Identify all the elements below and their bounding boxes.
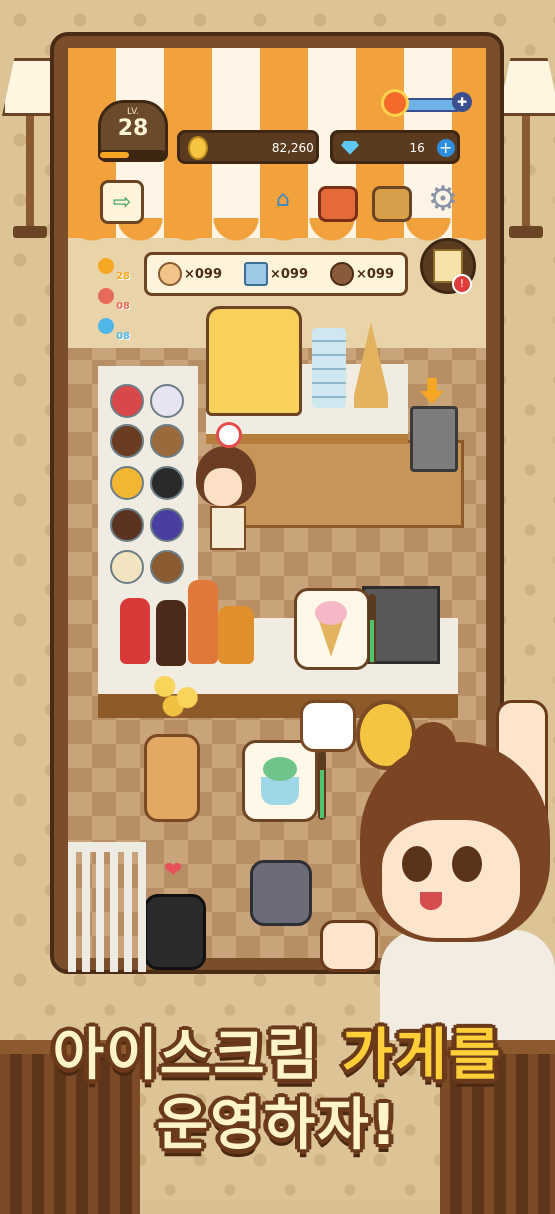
chocolate-syrup-bottle[interactable] (156, 600, 186, 666)
sun-icon (384, 92, 406, 114)
topping-blueberry[interactable] (150, 508, 184, 542)
exit-icon: ⇨ (112, 189, 132, 215)
timer-2-value: 08 (116, 301, 130, 312)
stock-egg-count: ×099 (183, 266, 223, 282)
strawberry-syrup-bottle[interactable] (120, 598, 150, 664)
inventory-button[interactable] (372, 186, 412, 222)
girl-mouth (420, 892, 442, 910)
xp-bar-fill (100, 152, 129, 158)
stock-milk: ×099 (243, 262, 309, 286)
hanger-icon: ⌂ (276, 186, 290, 212)
cat-customer-calico[interactable] (300, 700, 356, 752)
topping-fruit-mix[interactable] (110, 550, 144, 584)
furniture-button[interactable] (318, 186, 358, 222)
cone-icon (319, 621, 343, 657)
timer-1[interactable]: 28 (98, 258, 130, 282)
gem-amount: 16 (409, 140, 425, 155)
girl-eye-left (402, 846, 432, 882)
exit-button[interactable]: ⇨ (100, 180, 144, 224)
shop-gate (68, 842, 146, 972)
egg-icon (157, 262, 182, 286)
topping-strawberry[interactable] (110, 384, 144, 418)
quest-alert-badge: ! (452, 274, 472, 294)
order-timer-fill (370, 620, 374, 662)
coin-pile[interactable] (148, 664, 204, 720)
stock-egg: ×099 (157, 262, 223, 286)
shop-worker[interactable] (204, 468, 242, 506)
add-gems-button[interactable]: + (436, 138, 455, 157)
ice-cream-cup-icon (261, 777, 299, 805)
cup-stack[interactable] (312, 328, 346, 408)
stock-chocolate: ×099 (329, 262, 395, 286)
topping-brownie[interactable] (110, 508, 144, 542)
order-bubble-cone[interactable] (294, 588, 370, 670)
timer-2[interactable]: 08 (98, 288, 130, 312)
stock-milk-count: ×099 (269, 266, 309, 282)
headline-word-2: 가게를 (341, 1023, 503, 1088)
wardrobe-button[interactable]: ⌂ (264, 180, 302, 218)
stock-chocolate-count: ×099 (355, 266, 395, 282)
girl-eye-right (452, 846, 482, 882)
target-marker-icon (216, 422, 242, 448)
maple-syrup-bottle[interactable] (218, 606, 254, 664)
caramel-syrup-bottle[interactable] (188, 580, 218, 664)
ingredient-stock-bar: ×099 ×099 ×099 (144, 252, 408, 296)
topping-cookies[interactable] (150, 466, 184, 500)
milk-icon (243, 262, 268, 286)
chocolate-icon (329, 262, 354, 286)
coin-icon (188, 135, 208, 160)
coin-counter[interactable]: 82,260 (177, 130, 319, 164)
timer-1-value: 28 (116, 271, 130, 282)
cat-customer-orange[interactable] (144, 734, 200, 822)
cat-customer-grey[interactable] (250, 860, 312, 926)
right-lamp (498, 58, 555, 238)
energy-bar (404, 98, 458, 112)
order-timer-fill-2 (320, 770, 324, 818)
girl-mascot (382, 820, 520, 938)
ice-cream-machine[interactable] (206, 306, 302, 416)
wrench-icon[interactable]: ✚ (452, 92, 472, 112)
level-number: 28 (117, 116, 149, 141)
headline-line-2: 운영하자! (156, 1093, 399, 1158)
topping-chocolate-chips[interactable] (110, 424, 144, 458)
topping-mango[interactable] (110, 466, 144, 500)
settings-button[interactable]: ⚙ (424, 179, 462, 219)
cat-customer-black[interactable] (144, 894, 206, 970)
gear-icon: ⚙ (427, 179, 459, 219)
headline-line-1: 아이스크림 가게를 (0, 1010, 555, 1091)
diamond-icon (341, 140, 359, 155)
order-bubble-cup[interactable] (242, 740, 318, 822)
timer-3-value: 08 (116, 331, 130, 342)
topping-nuts[interactable] (150, 424, 184, 458)
clock-icon (98, 288, 114, 304)
coin-amount: 82,260 (271, 140, 314, 155)
topping-sprinkles[interactable] (150, 384, 184, 418)
topping-wafers[interactable] (150, 550, 184, 584)
ice-cream-scoop-icon (315, 601, 347, 625)
headline-word-1: 아이스크림 (52, 1023, 321, 1088)
shop-worker-body (210, 506, 246, 550)
timer-3[interactable]: 08 (98, 318, 130, 342)
gem-counter[interactable]: 16 + (330, 130, 460, 164)
clock-icon (98, 258, 114, 274)
heart-icon: ❤ (164, 858, 183, 883)
trash-can[interactable] (410, 406, 458, 472)
mint-scoop-icon (263, 757, 297, 781)
girl-fist (320, 920, 378, 972)
clock-icon (98, 318, 114, 334)
